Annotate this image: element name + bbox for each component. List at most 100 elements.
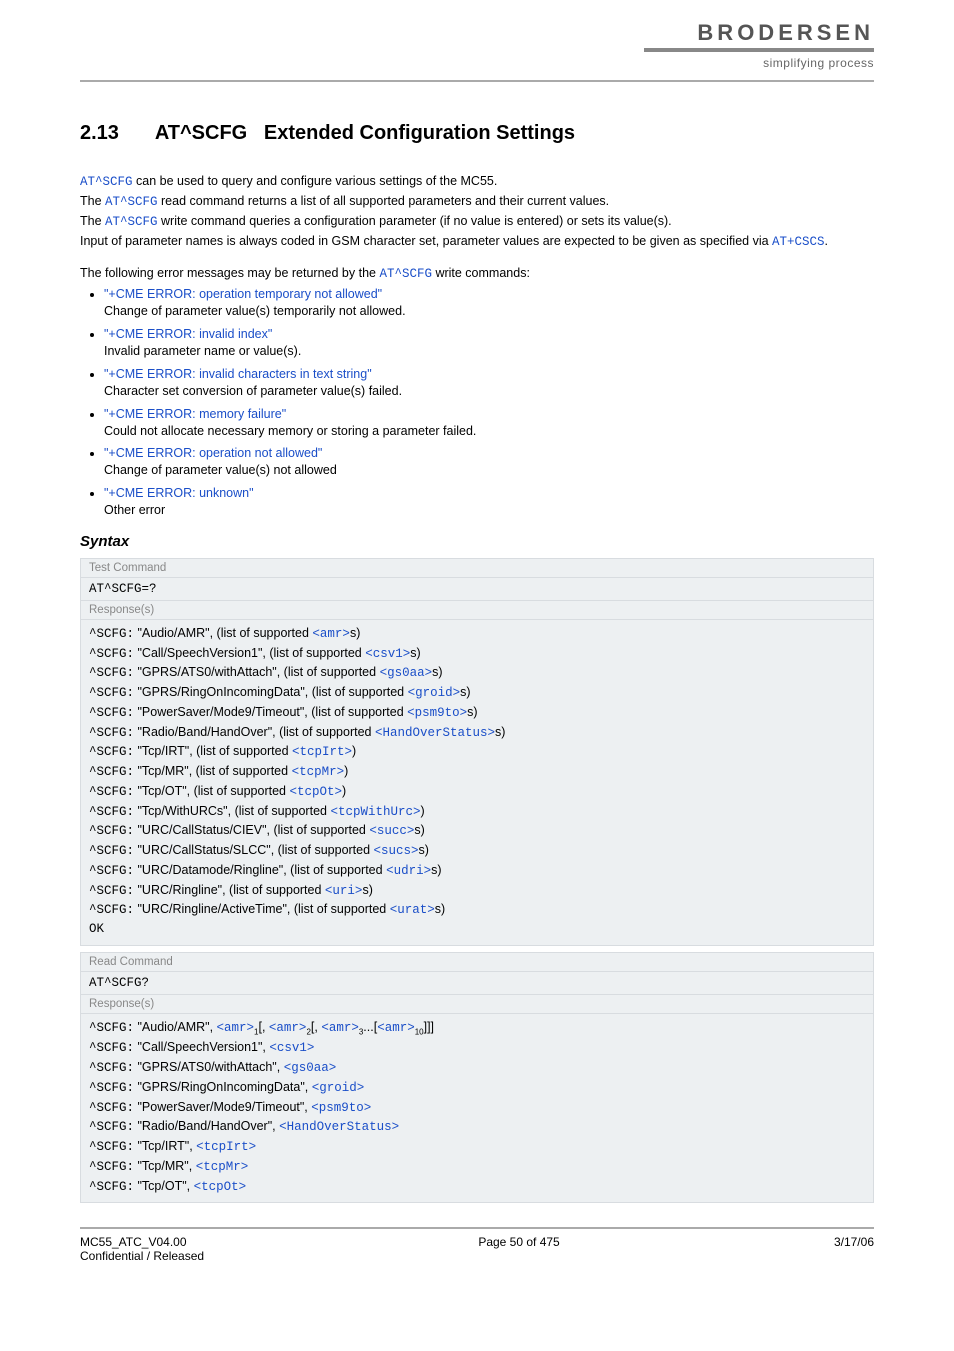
link-atscfg[interactable]: AT^SCFG <box>80 175 133 189</box>
resp-line: ^SCFG: "Call/SpeechVersion1", <csv1> <box>89 1038 865 1058</box>
text: s) <box>435 902 445 916</box>
text: "URC/Ringline", (list of supported <box>134 883 325 897</box>
resp-prefix: ^SCFG: <box>89 824 134 838</box>
box-header: Read Command <box>81 953 873 972</box>
text: "Tcp/IRT", (list of supported <box>134 744 292 758</box>
text: s) <box>419 843 429 857</box>
box-header: Test Command <box>81 559 873 578</box>
link-atscfg[interactable]: AT^SCFG <box>105 215 158 229</box>
text: ...[ <box>363 1020 377 1034</box>
param-link[interactable]: <groid> <box>408 686 461 700</box>
param-link[interactable]: <psm9to> <box>311 1101 371 1115</box>
param-link[interactable]: <gs0aa> <box>284 1061 337 1075</box>
text: "Call/SpeechVersion1", (list of supporte… <box>134 646 365 660</box>
resp-line: ^SCFG: "URC/Ringline/ActiveTime", (list … <box>89 900 865 920</box>
text: "Tcp/OT", <box>134 1179 194 1193</box>
param-link[interactable]: <urat> <box>390 903 435 917</box>
test-responses: ^SCFG: "Audio/AMR", (list of supported <… <box>81 620 873 945</box>
resp-prefix: ^SCFG: <box>89 1061 134 1075</box>
param-link[interactable]: <groid> <box>312 1081 365 1095</box>
param-link[interactable]: <uri> <box>325 884 363 898</box>
param-link[interactable]: <amr> <box>321 1021 359 1035</box>
param-link[interactable]: <tcpWithUrc> <box>330 805 420 819</box>
text: s) <box>432 665 442 679</box>
read-command-box: Read Command AT^SCFG? Response(s) ^SCFG:… <box>80 952 874 1204</box>
resp-prefix: ^SCFG: <box>89 1180 134 1194</box>
resp-line: ^SCFG: "Tcp/IRT", <tcpIrt> <box>89 1137 865 1157</box>
text: "GPRS/ATS0/withAttach", <box>134 1060 284 1074</box>
param-link[interactable]: <csv1> <box>365 647 410 661</box>
text: s) <box>414 823 424 837</box>
param-link[interactable]: <HandOverStatus> <box>279 1120 399 1134</box>
text: "GPRS/RingOnIncomingData", (list of supp… <box>134 685 408 699</box>
param-link[interactable]: <amr> <box>377 1021 415 1035</box>
param-link[interactable]: <udri> <box>386 864 431 878</box>
param-link[interactable]: <tcpOt> <box>289 785 342 799</box>
resp-line: ^SCFG: "Audio/AMR", (list of supported <… <box>89 624 865 644</box>
resp-prefix: ^SCFG: <box>89 884 134 898</box>
text: s) <box>362 883 372 897</box>
param-link[interactable]: <psm9to> <box>407 706 467 720</box>
param-link[interactable]: <HandOverStatus> <box>375 726 495 740</box>
text: [, <box>311 1020 321 1034</box>
text: "Call/SpeechVersion1", <box>134 1040 269 1054</box>
text: "Tcp/MR", (list of supported <box>134 764 292 778</box>
section-title: 2.13 AT^SCFG Extended Configuration Sett… <box>80 122 874 145</box>
error-link[interactable]: "+CME ERROR: memory failure" <box>104 407 286 421</box>
error-desc: Invalid parameter name or value(s). <box>104 343 874 360</box>
section-cmd: AT^SCFG <box>155 122 247 144</box>
text: ) <box>420 804 424 818</box>
param-link[interactable]: <tcpIrt> <box>292 745 352 759</box>
error-desc: Could not allocate necessary memory or s… <box>104 423 874 440</box>
resp-line: ^SCFG: "Audio/AMR", <amr>1[, <amr>2[, <a… <box>89 1018 865 1039</box>
param-link[interactable]: <csv1> <box>269 1041 314 1055</box>
text: read command returns a list of all suppo… <box>158 194 610 208</box>
param-link[interactable]: <tcpIrt> <box>196 1140 256 1154</box>
param-link[interactable]: <tcpMr> <box>292 765 345 779</box>
resp-line: ^SCFG: "GPRS/RingOnIncomingData", <groid… <box>89 1078 865 1098</box>
error-link[interactable]: "+CME ERROR: invalid characters in text … <box>104 367 372 381</box>
resp-prefix: ^SCFG: <box>89 666 134 680</box>
text: "Tcp/OT", (list of supported <box>134 784 289 798</box>
error-desc: Character set conversion of parameter va… <box>104 383 874 400</box>
page: BRODERSEN simplifying process 2.13 AT^SC… <box>0 0 954 1283</box>
resp-prefix: ^SCFG: <box>89 647 134 661</box>
text: The <box>80 214 105 228</box>
resp-line: ^SCFG: "URC/Datamode/Ringline", (list of… <box>89 861 865 881</box>
param-link[interactable]: <gs0aa> <box>380 666 433 680</box>
error-link[interactable]: "+CME ERROR: unknown" <box>104 486 254 500</box>
logo-underline <box>644 48 874 52</box>
link-atscfg[interactable]: AT^SCFG <box>379 267 432 281</box>
text: can be used to query and configure vario… <box>133 174 498 188</box>
resp-prefix: ^SCFG: <box>89 726 134 740</box>
resp-line: ^SCFG: "URC/Ringline", (list of supporte… <box>89 881 865 901</box>
link-atcscs[interactable]: AT+CSCS <box>772 235 825 249</box>
param-link[interactable]: <amr> <box>312 627 350 641</box>
param-link[interactable]: <amr> <box>217 1021 255 1035</box>
resp-prefix: ^SCFG: <box>89 745 134 759</box>
param-link[interactable]: <amr> <box>269 1021 307 1035</box>
text: "URC/CallStatus/CIEV", (list of supporte… <box>134 823 369 837</box>
error-link[interactable]: "+CME ERROR: operation not allowed" <box>104 446 322 460</box>
text: "URC/Datamode/Ringline", (list of suppor… <box>134 863 386 877</box>
syntax-heading: Syntax <box>80 533 874 550</box>
error-link[interactable]: "+CME ERROR: operation temporary not all… <box>104 287 382 301</box>
error-link[interactable]: "+CME ERROR: invalid index" <box>104 327 272 341</box>
footer-left: MC55_ATC_V04.00 Confidential / Released <box>80 1235 204 1263</box>
resp-line: ^SCFG: "GPRS/ATS0/withAttach", (list of … <box>89 663 865 683</box>
error-desc: Change of parameter value(s) not allowed <box>104 462 874 479</box>
error-desc: Other error <box>104 502 874 519</box>
link-atscfg[interactable]: AT^SCFG <box>105 195 158 209</box>
param-link[interactable]: <sucs> <box>374 844 419 858</box>
resp-prefix: ^SCFG: <box>89 805 134 819</box>
resp-prefix: ^SCFG: <box>89 1021 134 1035</box>
resp-prefix: ^SCFG: <box>89 686 134 700</box>
text: . <box>825 234 828 248</box>
text: [, <box>259 1020 269 1034</box>
text: ) <box>352 744 356 758</box>
param-link[interactable]: <tcpMr> <box>196 1160 249 1174</box>
resp-prefix: ^SCFG: <box>89 1101 134 1115</box>
param-link[interactable]: <succ> <box>369 824 414 838</box>
resp-prefix: ^SCFG: <box>89 765 134 779</box>
param-link[interactable]: <tcpOt> <box>194 1180 247 1194</box>
